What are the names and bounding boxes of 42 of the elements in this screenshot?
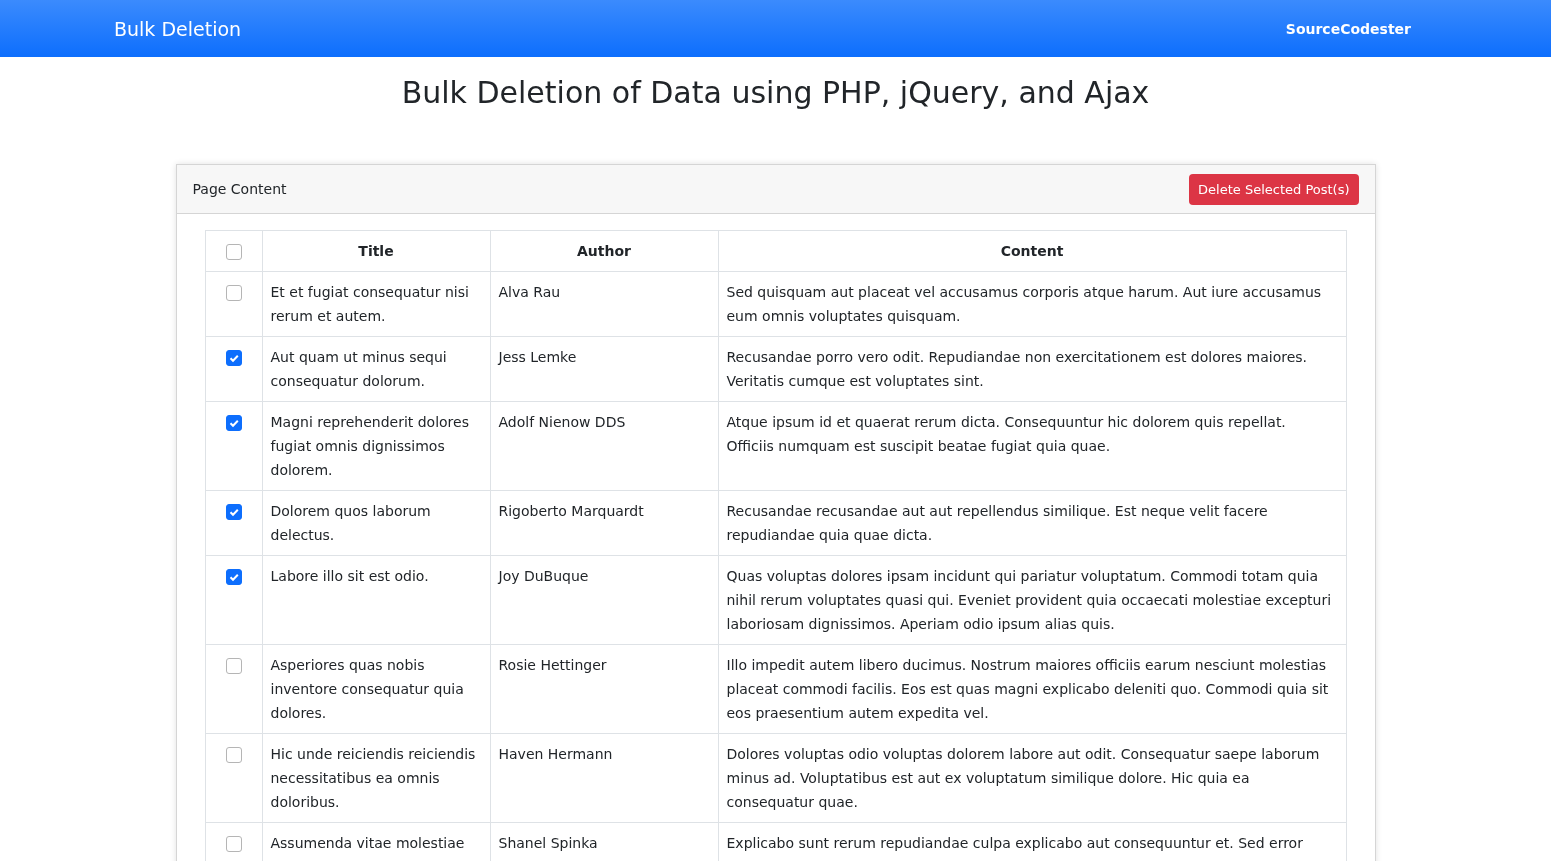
table-header-cell: Content <box>718 230 1346 272</box>
table-cell: Dolores voluptas odio voluptas dolorem labore aut odit. Consequatur saepe laborum minus ad. Voluptatibus est aut ex voluptatum similique dolore. Hic quia ea consequatur quae. <box>718 733 1346 823</box>
checkbox[interactable] <box>225 504 242 520</box>
checkmark-icon <box>227 417 240 429</box>
table-cell: Recusandae porro vero odit. Repudiandae non exercitationem est dolores maiores. Veritatis cumque est voluptates sint. <box>718 336 1346 402</box>
table-cell: Jess Lemke <box>490 336 718 402</box>
table-cell: Aut quam ut minus sequi consequatur dolorum. <box>262 336 490 402</box>
table-cell: Rosie Hettinger <box>490 644 718 734</box>
table-cell: Alva Rau <box>490 271 718 337</box>
table-cell: Illo impedit autem libero ducimus. Nostrum maiores officiis earum nesciunt molestias placeat commodi facilis. Eos est quas magni explicabo deleniti quo. Commodi quia sit eos praesentium autem expedita vel. <box>718 644 1346 734</box>
checkbox[interactable] <box>225 244 242 260</box>
table-cell: Adolf Nienow DDS <box>490 401 718 491</box>
checkbox[interactable] <box>225 836 242 852</box>
checkbox[interactable] <box>225 658 242 674</box>
table-cell: Joy DuBuque <box>490 555 718 645</box>
table-cell: Recusandae recusandae aut aut repellendus similique. Est neque velit facere repudiandae quia quae dicta. <box>718 490 1346 556</box>
delete-button[interactable]: Delete Selected Post(s) <box>1189 173 1359 205</box>
navbar-link[interactable]: SourceCodester <box>1285 20 1411 37</box>
table-cell: Labore illo sit est odio. <box>262 555 490 645</box>
table-cell: Atque ipsum id et quaerat rerum dicta. Consequuntur hic dolorem quis repellat. Officiis numquam est suscipit beatae fugiat quia quae. <box>718 401 1346 491</box>
table-cell: Haven Hermann <box>490 733 718 823</box>
page-heading: Bulk Deletion of Data using PHP, jQuery, and Ajax <box>400 75 1151 110</box>
table-header-cell: Title <box>262 230 490 272</box>
table-cell: Et et fugiat consequatur nisi rerum et autem. <box>262 271 490 337</box>
card-title: Page Content <box>192 181 287 197</box>
table-cell: Asperiores quas nobis inventore consequatur quia dolores. <box>262 644 490 734</box>
checkbox[interactable] <box>225 415 242 431</box>
checkbox[interactable] <box>225 350 242 366</box>
checkbox[interactable] <box>225 285 242 301</box>
checkmark-icon <box>227 352 240 364</box>
table-cell: Magni reprehenderit dolores fugiat omnis dignissimos dolorem. <box>262 401 490 491</box>
table-cell: Rigoberto Marquardt <box>490 490 718 556</box>
checkbox[interactable] <box>225 747 242 763</box>
checkbox[interactable] <box>225 569 242 585</box>
table-cell: Dolorem quos laborum delectus. <box>262 490 490 556</box>
table-header-cell: Author <box>490 230 718 272</box>
checkmark-icon <box>227 571 240 583</box>
navbar-brand[interactable]: Bulk Deletion <box>114 17 242 40</box>
table-cell: Sed quisquam aut placeat vel accusamus corporis atque harum. Aut iure accusamus eum omnis voluptates quisquam. <box>718 271 1346 337</box>
table-cell: Hic unde reiciendis reiciendis necessitatibus ea omnis doloribus. <box>262 733 490 823</box>
table-cell: Quas voluptas dolores ipsam incidunt qui pariatur voluptatum. Commodi totam quia nihil rerum voluptates quasi qui. Eveniet provident quia occaecati molestiae excepturi laboriosam dignissimos. Aperiam odio ipsum alias quis. <box>718 555 1346 645</box>
checkmark-icon <box>227 506 240 518</box>
